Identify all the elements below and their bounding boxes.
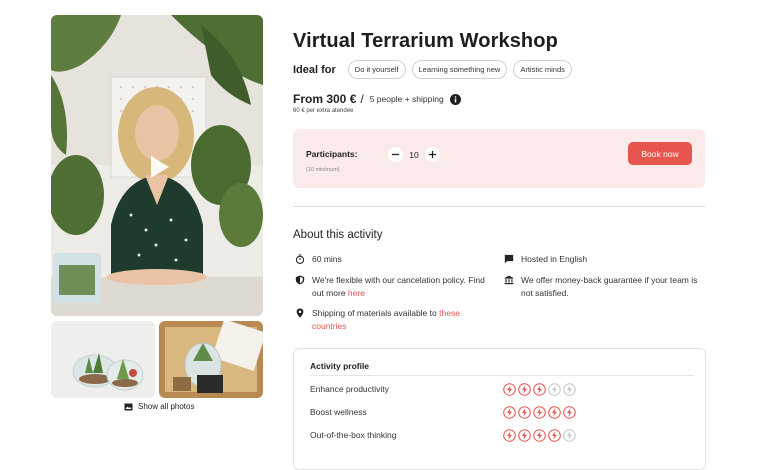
thumbnail-1[interactable] [51,321,155,398]
tag-do-it-yourself[interactable]: Do it yourself [347,60,406,79]
thumbnail-2[interactable] [159,321,263,398]
shield-icon [295,275,305,285]
cancel-policy-link[interactable]: here [348,288,365,298]
decrease-participants-button[interactable] [388,147,403,162]
lightning-bolt-icon-active [533,406,546,419]
price-separator: / [360,92,364,106]
lightning-bolt-icon-active [533,383,546,396]
participants-count[interactable]: 10 [408,150,420,160]
cancel-policy-text: We're flexible with our cancelation poli… [312,274,490,300]
profile-row-out-of-the-box-thinking: Out-of-the-box thinking [310,429,690,444]
profile-row-boost-wellness: Boost wellness [310,406,690,421]
show-all-photos-label: Show all photos [138,402,195,411]
terrarium-photo [51,321,155,398]
lightning-bolt-icon-active [548,406,561,419]
lightning-bolt-icon-active [548,429,561,442]
extra-attendee-note: 60 € per extra atendee [293,108,354,114]
stopwatch-icon [295,254,305,264]
feature-shipping: Shipping of materials available to these… [295,307,490,333]
duration-text: 60 mins [312,254,342,264]
shipping-description: Shipping of materials available to [312,308,437,318]
gallery-icon [124,403,133,410]
rating-bolts [503,383,576,396]
bank-icon [504,275,514,285]
show-all-photos-button[interactable]: Show all photos [124,402,194,411]
increase-participants-button[interactable] [425,147,440,162]
tag-artistic-minds[interactable]: Artistic minds [513,60,572,79]
lightning-bolt-icon-inactive [563,383,576,396]
booking-panel: Participants: (10 minimum) 10 Book now [293,129,705,188]
info-icon[interactable] [449,93,461,105]
lightning-bolt-icon-inactive [563,429,576,442]
lightning-bolt-icon-inactive [548,383,561,396]
lightning-bolt-icon-active [503,406,516,419]
profile-row-label: Out-of-the-box thinking [310,430,397,440]
activity-profile-divider [310,375,694,376]
activity-profile-card: Activity profile Enhance productivity Bo… [293,348,706,470]
participants-label: Participants: [306,149,358,159]
lightning-bolt-icon-active [503,429,516,442]
feature-duration: 60 mins [295,253,342,266]
rating-bolts [503,406,576,419]
profile-row-enhance-productivity: Enhance productivity [310,383,690,398]
about-title: About this activity [293,229,383,241]
lightning-bolt-icon-active [518,383,531,396]
activity-profile-title: Activity profile [310,361,370,371]
feature-cancel-policy: We're flexible with our cancelation poli… [295,274,490,300]
participants-minimum: (10 minimum) [306,167,340,173]
language-text: Hosted in English [521,254,588,264]
lightning-bolt-icon-active [518,429,531,442]
feature-language: Hosted in English [504,253,587,266]
price: From 300 € [293,92,357,106]
price-detail: 5 people + shipping [369,94,444,104]
guarantee-text: We offer money-back guarantee if your te… [521,275,698,298]
tag-learning-something-new[interactable]: Learning something new [411,60,508,79]
shipping-text: Shipping of materials available to these… [312,307,490,333]
profile-row-label: Enhance productivity [310,384,389,394]
section-divider [293,206,705,207]
main-photo[interactable] [51,15,263,316]
chat-bubble-icon [504,254,514,264]
lightning-bolt-icon-active [503,383,516,396]
ideal-for-label: Ideal for [293,63,336,76]
profile-row-label: Boost wellness [310,407,367,417]
rating-bolts [503,429,576,442]
plus-icon [428,150,437,159]
cancel-policy-description: We're flexible with our cancelation poli… [312,275,485,298]
location-pin-icon [296,308,304,318]
book-now-button[interactable]: Book now [628,142,692,165]
price-row: From 300 € / 5 people + shipping [293,92,461,106]
minus-icon [391,153,400,156]
kit-box-photo [159,321,263,398]
feature-guarantee: We offer money-back guarantee if your te… [504,274,704,300]
lightning-bolt-icon-active [563,406,576,419]
ideal-for-row: Ideal for Do it yourself Learning someth… [293,60,572,79]
lightning-bolt-icon-active [518,406,531,419]
play-icon[interactable] [143,152,173,182]
page-title: Virtual Terrarium Workshop [293,30,558,52]
lightning-bolt-icon-active [533,429,546,442]
